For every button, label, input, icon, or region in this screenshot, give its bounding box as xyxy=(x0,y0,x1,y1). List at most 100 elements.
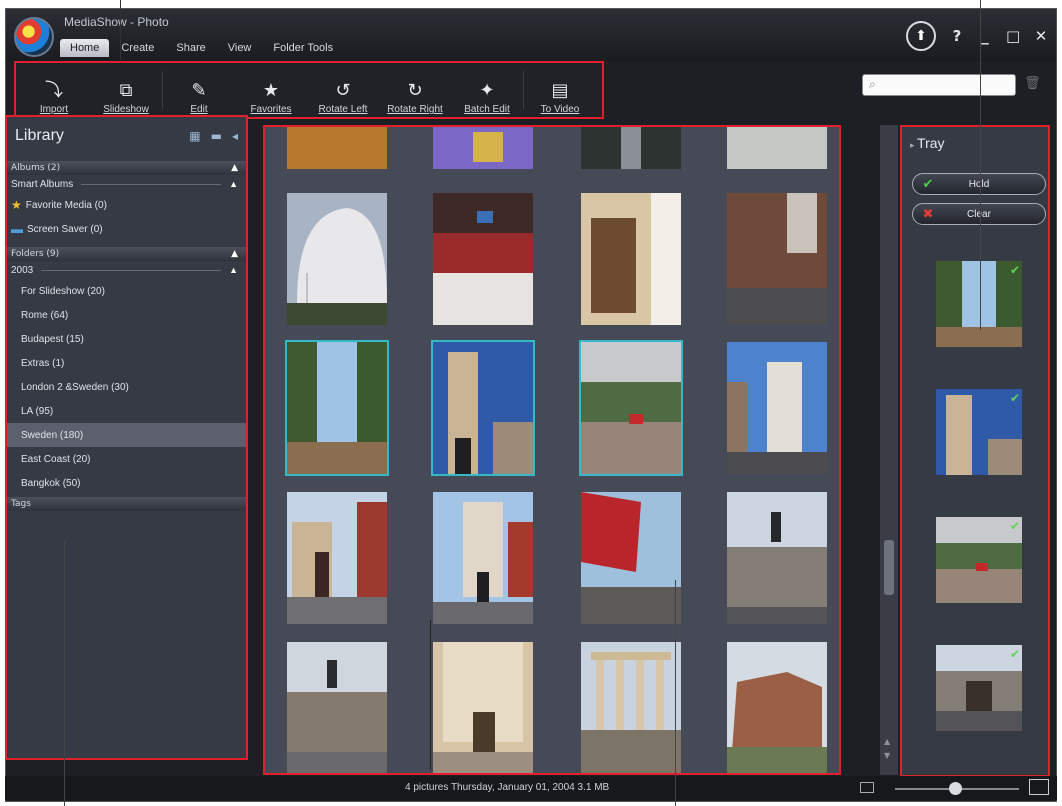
photo-thumbnail[interactable] xyxy=(727,492,827,624)
year-header[interactable]: 2003 ▲ xyxy=(7,261,246,279)
import-button[interactable]: ⤵ Import xyxy=(18,63,90,117)
menu-folder-tools[interactable]: Folder Tools xyxy=(263,39,343,57)
close-button[interactable]: ✕ xyxy=(1034,27,1048,45)
photo-thumbnail[interactable] xyxy=(581,642,681,774)
callout-line xyxy=(430,620,431,770)
grid-scrollbar[interactable]: ▲ ▼ xyxy=(880,125,898,775)
folder-item-selected[interactable]: Sweden (180) xyxy=(7,423,246,447)
title-bar: MediaShow - Photo Home Create Share View… xyxy=(6,9,1056,61)
checkmark-icon: ✔ xyxy=(1009,263,1020,277)
rotate-right-button[interactable]: ↻ Rotate Right xyxy=(379,63,451,117)
star-icon: ★ xyxy=(11,198,22,212)
collapse-panel-icon[interactable]: ◂ xyxy=(232,129,238,143)
tags-section[interactable]: Tags xyxy=(7,497,246,511)
folder-item[interactable]: For Slideshow (20) xyxy=(7,279,246,303)
trash-icon[interactable]: 🗑 xyxy=(1024,76,1041,91)
tray-photo[interactable]: ✔ xyxy=(936,261,1022,347)
batch-edit-button[interactable]: ✦ Batch Edit xyxy=(451,63,523,117)
scroll-down-icon[interactable]: ▼ xyxy=(884,751,890,760)
search-input[interactable] xyxy=(883,77,1011,93)
x-icon: ✖ xyxy=(922,206,934,222)
add-album-icon[interactable]: ▦ xyxy=(189,129,200,143)
photo-thumbnail[interactable] xyxy=(581,125,681,169)
maximize-button[interactable]: □ xyxy=(1006,27,1020,45)
favorite-media-item[interactable]: ★ Favorite Media (0) xyxy=(7,193,246,217)
photo-thumbnail[interactable] xyxy=(433,492,533,624)
favorites-button[interactable]: ★ Favorites xyxy=(235,63,307,117)
scrollbar-thumb[interactable] xyxy=(884,540,894,595)
tray-header[interactable]: ▸ Tray xyxy=(910,135,945,151)
menu-view[interactable]: View xyxy=(218,39,262,57)
photo-thumbnail[interactable] xyxy=(287,193,387,325)
photo-thumbnail-selected[interactable] xyxy=(431,340,535,476)
albums-label: Albums (2) xyxy=(11,163,61,173)
video-icon: ▤ xyxy=(551,80,569,101)
zoom-slider-handle[interactable] xyxy=(949,782,962,795)
folders-section[interactable]: Folders (9) ▲ xyxy=(7,247,246,261)
menu-home[interactable]: Home xyxy=(60,39,110,57)
photo-thumbnail[interactable] xyxy=(727,342,827,474)
checkmark-icon: ✔ xyxy=(922,176,934,192)
photo-thumbnail-selected[interactable] xyxy=(285,340,389,476)
photo-thumbnail-selected[interactable] xyxy=(579,340,683,476)
rotate-left-button[interactable]: ↺ Rotate Left xyxy=(307,63,379,117)
smart-albums-header[interactable]: Smart Albums ▲ xyxy=(7,175,246,193)
photo-thumbnail[interactable] xyxy=(287,125,387,169)
divider xyxy=(81,183,222,185)
screen-saver-item[interactable]: ▬ Screen Saver (0) xyxy=(7,217,246,241)
photo-thumbnail[interactable] xyxy=(433,642,533,774)
import-icon: ⤵ xyxy=(45,80,63,101)
folder-item[interactable]: Budapest (15) xyxy=(7,327,246,351)
albums-section[interactable]: Albums (2) ▲ xyxy=(7,161,246,175)
status-text: 4 pictures Thursday, January 01, 2004 3.… xyxy=(405,782,610,793)
photo-thumbnail[interactable] xyxy=(727,642,827,774)
menu-bar: Home Create Share View Folder Tools xyxy=(60,39,343,57)
batch-edit-icon: ✦ xyxy=(479,80,495,101)
photo-thumbnail[interactable] xyxy=(433,193,533,325)
tray-photo[interactable]: ✔ xyxy=(936,389,1022,475)
tray-photo[interactable]: ✔ xyxy=(936,517,1022,603)
small-thumbnail-icon[interactable] xyxy=(860,782,874,793)
monitor-icon: ▬ xyxy=(11,222,23,236)
photo-thumbnail[interactable] xyxy=(727,193,827,325)
slideshow-button[interactable]: ⧉ Slideshow xyxy=(90,63,162,117)
photo-thumbnail[interactable] xyxy=(287,642,387,774)
to-video-button[interactable]: ▤ To Video xyxy=(524,63,596,117)
rotate-left-icon: ↺ xyxy=(335,80,351,101)
rotate-right-label: Rotate Right xyxy=(387,104,443,115)
slideshow-icon: ⧉ xyxy=(119,80,133,101)
photo-thumbnail[interactable] xyxy=(581,492,681,624)
window-controls: ⬆ ? _ □ ✕ xyxy=(906,21,1048,51)
photo-thumbnail[interactable] xyxy=(287,492,387,624)
menu-share[interactable]: Share xyxy=(166,39,215,57)
photo-thumbnail[interactable] xyxy=(581,193,681,325)
app-logo-icon[interactable] xyxy=(14,17,54,57)
scroll-up-icon[interactable]: ▲ xyxy=(884,737,890,746)
batch-edit-label: Batch Edit xyxy=(464,104,510,115)
large-thumbnail-icon[interactable] xyxy=(1029,779,1049,795)
folder-item[interactable]: Rome (64) xyxy=(7,303,246,327)
expand-icon: ▸ xyxy=(910,140,918,150)
folder-item[interactable]: East Coast (20) xyxy=(7,447,246,471)
folder-item[interactable]: Extras (1) xyxy=(7,351,246,375)
folder-item[interactable]: LA (95) xyxy=(7,399,246,423)
collapse-icon: ▲ xyxy=(231,249,238,259)
upload-icon[interactable]: ⬆ xyxy=(906,21,936,51)
photo-thumbnail[interactable] xyxy=(433,125,533,169)
checkmark-icon: ✔ xyxy=(1009,391,1020,405)
callout-line xyxy=(980,0,981,330)
folder-item[interactable]: London 2 &Sweden (30) xyxy=(7,375,246,399)
star-icon: ★ xyxy=(262,80,280,101)
add-folder-icon[interactable]: ▬ xyxy=(211,129,222,143)
edit-button[interactable]: ✎ Edit xyxy=(163,63,235,117)
photo-thumbnail[interactable] xyxy=(727,125,827,169)
app-title: MediaShow - Photo xyxy=(64,15,169,29)
tray-photo[interactable]: ✔ xyxy=(936,645,1022,731)
to-video-label: To Video xyxy=(540,104,580,115)
callout-line xyxy=(675,580,676,806)
folder-item[interactable]: Bangkok (50) xyxy=(7,471,246,495)
collapse-icon: ▲ xyxy=(229,265,238,275)
clear-button[interactable]: ✖ Clear xyxy=(912,203,1046,225)
help-button[interactable]: ? xyxy=(950,27,964,45)
hold-button[interactable]: ✔ Hold xyxy=(912,173,1046,195)
